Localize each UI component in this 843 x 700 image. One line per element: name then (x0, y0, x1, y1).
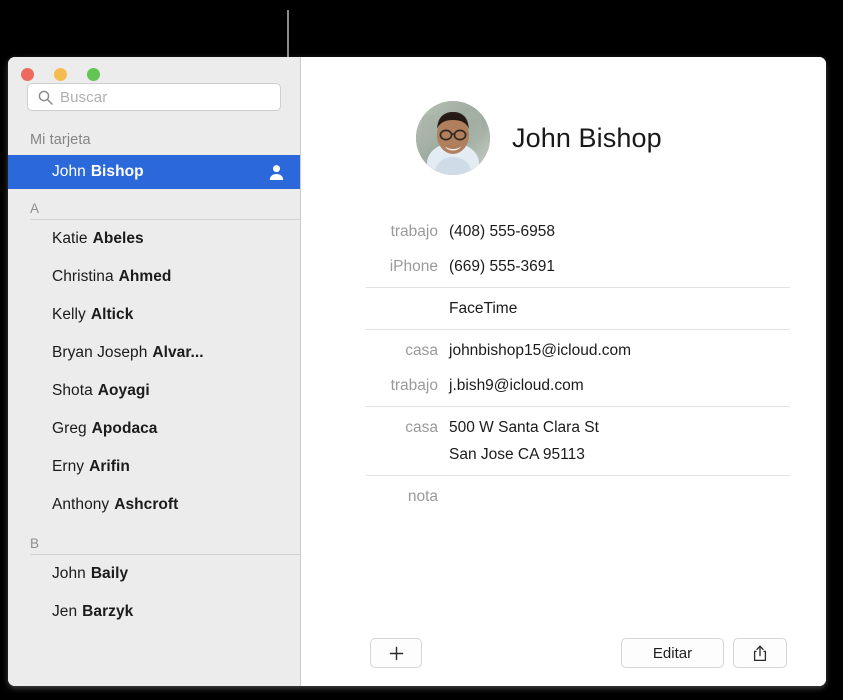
section-header-a: A (8, 201, 300, 220)
detail-header: John Bishop (302, 57, 826, 175)
field-row: trabajo (408) 555-6958 (302, 214, 826, 249)
contact-last-name: Altick (90, 306, 134, 323)
person-icon (267, 163, 286, 182)
field-value[interactable]: johnbishop15@icloud.com (449, 337, 631, 364)
plus-icon (389, 646, 404, 661)
sidebar-item-john-bishop[interactable]: John Bishop (8, 155, 300, 189)
list-item[interactable]: Bryan Joseph Alvar... (8, 334, 300, 372)
field-label: iPhone (389, 258, 438, 275)
field-value[interactable]: (669) 555-3691 (449, 253, 555, 280)
contact-first-name: Greg (52, 420, 87, 437)
selected-contact-name: John Bishop (52, 163, 144, 181)
share-icon (752, 645, 768, 662)
field-label: casa (405, 419, 438, 436)
list-item[interactable]: Christina Ahmed (8, 258, 300, 296)
contact-last-name: Aoyagi (97, 382, 150, 399)
minimize-button[interactable] (54, 68, 67, 81)
field-row: iPhone (669) 555-3691 (302, 249, 826, 284)
avatar[interactable] (416, 101, 490, 175)
list-item[interactable]: Erny Arifin (8, 448, 300, 486)
edit-button[interactable]: Editar (621, 638, 724, 668)
selected-contact-last-name: Bishop (90, 163, 144, 180)
page-title: John Bishop (512, 122, 662, 153)
search-icon (37, 89, 54, 106)
list-item[interactable]: Shota Aoyagi (8, 372, 300, 410)
list-item[interactable]: John Baily (8, 555, 300, 593)
contact-first-name: Christina (52, 268, 114, 285)
search-placeholder-text: Buscar (60, 88, 108, 106)
selected-contact-first-name: John (52, 163, 86, 180)
contacts-window: Buscar Mi tarjeta John Bishop A Katie Abel… (8, 57, 826, 686)
contact-fields: trabajo (408) 555-6958 iPhone (669) 555-369… (302, 211, 826, 517)
list-item[interactable]: Greg Apodaca (8, 410, 300, 448)
list-item[interactable]: Anthony Ashcroft (8, 486, 300, 524)
close-button[interactable] (21, 68, 34, 81)
window-controls (21, 68, 100, 81)
sidebar: Buscar Mi tarjeta John Bishop A Katie Abel… (8, 57, 301, 686)
share-button[interactable] (733, 638, 787, 668)
contact-last-name: Arifin (89, 458, 130, 475)
field-value[interactable]: FaceTime (449, 295, 517, 322)
contact-last-name: Abeles (92, 230, 144, 247)
search-input[interactable]: Buscar (27, 83, 281, 111)
list-item[interactable]: Katie Abeles (8, 220, 300, 258)
contact-first-name: John (52, 565, 86, 582)
field-label: casa (405, 342, 438, 359)
field-row: casa 500 W Santa Clara St San Jose CA 951… (302, 410, 826, 472)
list-item[interactable]: Kelly Altick (8, 296, 300, 334)
field-group: trabajo (408) 555-6958 iPhone (669) 555-369… (302, 211, 826, 287)
add-contact-button[interactable] (370, 638, 422, 668)
field-value[interactable]: j.bish9@icloud.com (449, 372, 584, 399)
contact-first-name: Shota (52, 382, 93, 399)
contact-last-name: Ashcroft (114, 496, 179, 513)
bottom-toolbar: Editar (302, 620, 826, 686)
contact-last-name: Apodaca (91, 420, 158, 437)
screenshot-stage: Buscar Mi tarjeta John Bishop A Katie Abel… (0, 0, 843, 700)
contact-last-name: Baily (90, 565, 129, 582)
contact-last-name: Barzyk (82, 603, 134, 620)
field-value[interactable]: (408) 555-6958 (449, 218, 555, 245)
field-label: nota (407, 488, 438, 505)
section-header-b: B (8, 536, 300, 555)
field-group: casa 500 W Santa Clara St San Jose CA 951… (302, 407, 826, 475)
field-label: trabajo (390, 223, 438, 240)
contact-detail-panel: John Bishop trabajo (408) 555-6958 iPhone (… (302, 57, 826, 686)
field-row: trabajo j.bish9@icloud.com (302, 368, 826, 403)
field-row: nota (302, 479, 826, 514)
list-item[interactable]: Jen Barzyk (8, 593, 300, 631)
contact-first-name: Bryan Joseph (52, 344, 148, 361)
field-group: casa johnbishop15@icloud.com trabajo j.bish… (302, 330, 826, 406)
field-group: nota (302, 476, 826, 517)
my-card-label: Mi tarjeta (30, 132, 91, 148)
contact-first-name: Anthony (52, 496, 110, 513)
field-group: FaceTime (302, 288, 826, 329)
contact-last-name: Ahmed (118, 268, 172, 285)
field-row: FaceTime (302, 291, 826, 326)
field-value[interactable]: 500 W Santa Clara St San Jose CA 95113 (449, 414, 599, 468)
contact-last-name: Alvar... (152, 344, 204, 361)
contact-first-name: Katie (52, 230, 88, 247)
zoom-button[interactable] (87, 68, 100, 81)
search-container: Buscar (8, 57, 300, 111)
contact-first-name: Kelly (52, 306, 86, 323)
contact-first-name: Erny (52, 458, 85, 475)
field-label: trabajo (390, 377, 438, 394)
contact-first-name: Jen (52, 603, 78, 620)
field-row: casa johnbishop15@icloud.com (302, 333, 826, 368)
contact-sections: A Katie Abeles Christina Ahmed Kelly Altick Bry… (8, 201, 300, 631)
